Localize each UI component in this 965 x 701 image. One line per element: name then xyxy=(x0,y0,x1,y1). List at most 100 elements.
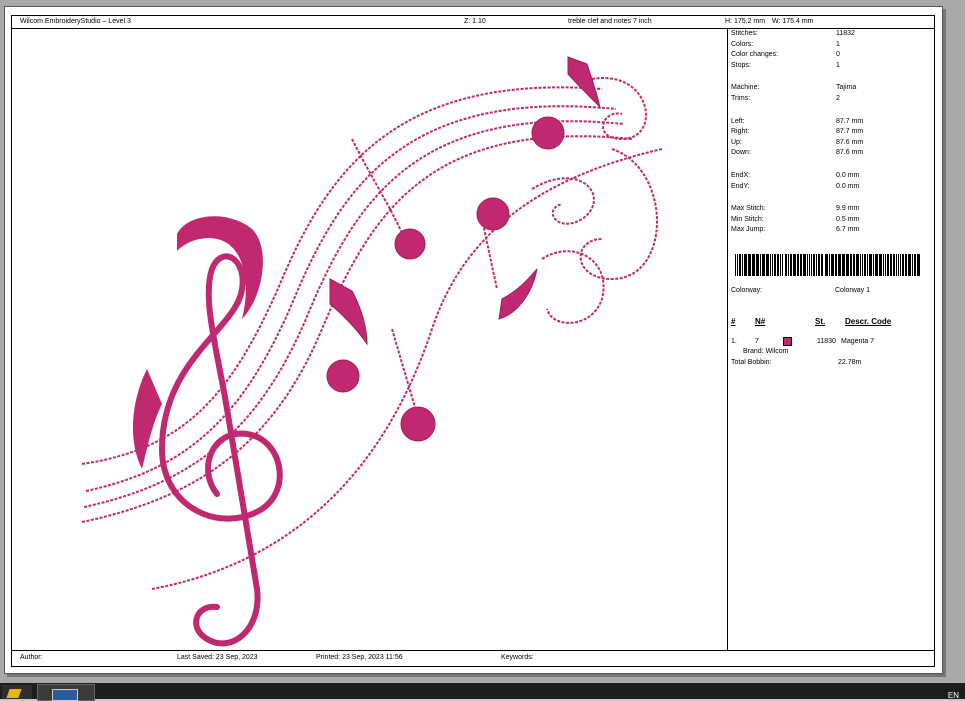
col-header-description: Descr. Code xyxy=(845,317,892,326)
barcode-bar xyxy=(842,254,845,276)
barcode-bar xyxy=(893,254,895,276)
windows-start-icon[interactable] xyxy=(2,685,32,699)
barcode-bar xyxy=(766,254,769,276)
stat-value: 87.7 mm xyxy=(836,128,864,136)
col-header-index: # xyxy=(731,317,736,326)
barcode-bar xyxy=(838,254,841,276)
note-flag-3 xyxy=(498,268,538,320)
barcode-bar xyxy=(774,254,776,276)
barcode-bar xyxy=(809,254,810,276)
barcode-bar xyxy=(770,254,771,276)
barcode-bar xyxy=(900,254,901,276)
stat-value: 1 xyxy=(836,61,840,69)
barcode-bar xyxy=(813,254,815,276)
thread-color-swatch xyxy=(783,337,792,346)
footer-author: Author: xyxy=(20,654,43,661)
start-glyph xyxy=(6,689,22,698)
treble-clef-wing xyxy=(132,369,162,469)
color-row-brand: Brand: Wilcom xyxy=(743,348,789,355)
barcode-bar xyxy=(780,254,781,276)
taskbar-app-button[interactable] xyxy=(37,684,95,701)
barcode-bar xyxy=(790,254,792,276)
stat-label: EndX: xyxy=(731,172,751,179)
barcode-bar xyxy=(760,254,761,276)
stat-label: Right: xyxy=(731,128,750,136)
barcode-bar xyxy=(831,254,834,276)
stat-label: Trims: xyxy=(731,95,751,102)
barcode-bar xyxy=(898,254,899,276)
treble-clef-crest xyxy=(177,216,263,319)
stat-value: Tajima xyxy=(836,84,857,92)
print-preview-backdrop: Wilcom EmbroideryStudio – Level 3 Z: 1.1… xyxy=(0,0,965,683)
stat-value: 87.7 mm xyxy=(836,117,864,125)
stat-value: 0.0 mm xyxy=(836,182,860,190)
barcode-bar xyxy=(811,254,812,276)
stat-value: 9.9 mm xyxy=(836,205,860,213)
app-title: Wilcom EmbroideryStudio – Level 3 xyxy=(20,18,131,25)
barcode-bar xyxy=(883,254,884,276)
stat-value: 0 xyxy=(836,51,840,59)
color-row-needle: 7 xyxy=(755,338,759,345)
stat-value: 6.7 mm xyxy=(836,226,860,234)
barcode-bar xyxy=(742,254,743,276)
stat-value: 87.6 mm xyxy=(836,138,864,146)
barcode-bar xyxy=(917,254,920,276)
design-height: H: 175.2 mm xyxy=(725,18,766,25)
note-flag-1 xyxy=(567,56,601,109)
swirl-low xyxy=(541,250,605,324)
note-flag-2 xyxy=(329,278,368,346)
barcode-bar xyxy=(879,254,882,276)
stat-value: 0.0 mm xyxy=(836,172,860,179)
barcode-bar xyxy=(869,254,872,276)
taskbar: EN xyxy=(0,683,965,701)
colorway-value: Colorway 1 xyxy=(835,287,871,294)
stat-value: 11832 xyxy=(836,30,855,37)
barcode-bar xyxy=(835,254,837,276)
barcode-bar xyxy=(739,254,741,276)
footer-divider xyxy=(12,650,934,651)
color-row-stitches: 11830 xyxy=(817,338,836,345)
note-stem-1 xyxy=(351,138,408,245)
barcode-bar xyxy=(735,254,736,276)
note-head-5 xyxy=(400,406,436,442)
design-width: W: 175.4 mm xyxy=(772,18,814,25)
barcode-bar xyxy=(756,254,759,276)
stat-label: Max Stitch: xyxy=(731,205,766,213)
barcode-bar xyxy=(803,254,806,276)
barcode-bar xyxy=(846,254,849,276)
stat-label: Left: xyxy=(731,117,745,125)
swirl-mid xyxy=(531,177,595,225)
footer-keywords: Keywords: xyxy=(501,654,534,661)
stat-value: 1 xyxy=(836,40,840,48)
barcode-bar xyxy=(867,254,868,276)
barcode-bar xyxy=(821,254,823,276)
barcode-bar xyxy=(875,254,878,276)
barcode-bar xyxy=(825,254,828,276)
barcode-bar xyxy=(777,254,779,276)
barcode-bar xyxy=(873,254,874,276)
barcode-bar xyxy=(912,254,913,276)
worksheet-frame: Wilcom EmbroideryStudio – Level 3 Z: 1.1… xyxy=(11,15,935,667)
note-head-1 xyxy=(531,116,565,150)
swirl-right xyxy=(579,148,658,281)
stat-label: Up: xyxy=(731,138,742,146)
barcode-bar xyxy=(896,254,897,276)
stat-label: Color changes: xyxy=(731,51,779,59)
treble-clef-tail xyxy=(193,586,261,647)
barcode-bar xyxy=(744,254,747,276)
barcode-bar xyxy=(860,254,861,276)
total-bobbin-value: 22.78m xyxy=(838,359,862,366)
barcode-bar xyxy=(887,254,889,276)
stat-label: Max Jump: xyxy=(731,226,766,234)
stat-label: Colors: xyxy=(731,40,754,48)
barcode-bar xyxy=(788,254,789,276)
barcode-bar xyxy=(762,254,765,276)
note-stem-3 xyxy=(391,328,418,415)
stat-label: Machine: xyxy=(731,84,760,92)
embroidery-studio-window-icon xyxy=(52,689,78,701)
stat-value: 87.6 mm xyxy=(836,149,864,157)
barcode-bar xyxy=(829,254,830,276)
zoom-level: Z: 1.10 xyxy=(464,18,486,25)
col-header-stitches: St. xyxy=(815,317,826,326)
staff-line-5 xyxy=(151,148,663,590)
